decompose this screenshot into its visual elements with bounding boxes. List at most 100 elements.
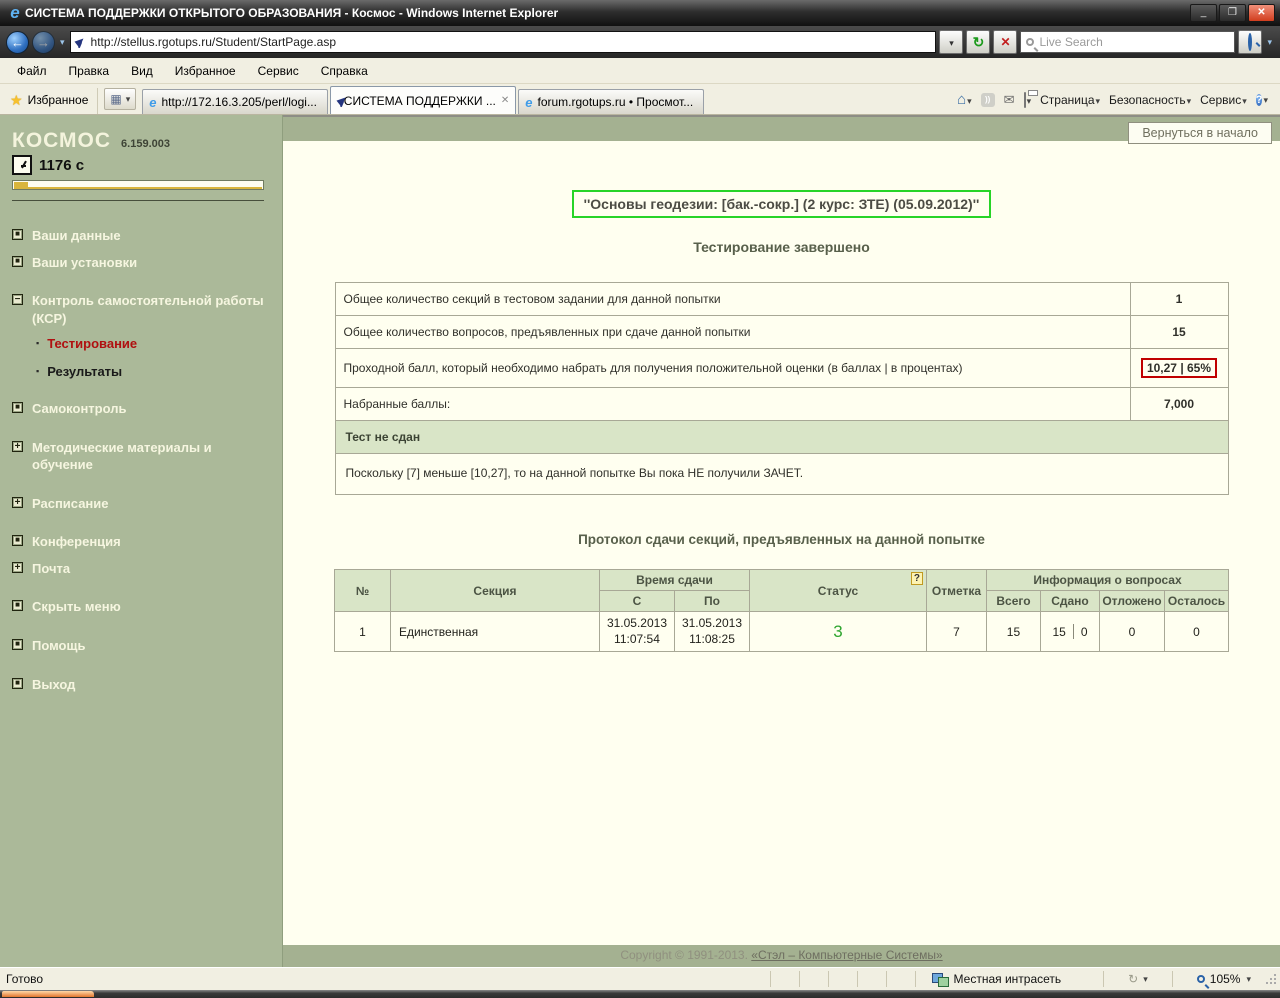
tools-menu-button[interactable]: Сервис▾: [1200, 93, 1247, 107]
expand-plus-icon[interactable]: +: [12, 497, 23, 508]
quick-tabs-button[interactable]: ▦ ▾: [104, 88, 136, 110]
favorites-star-icon: ★: [10, 94, 23, 106]
refresh-button[interactable]: ↻: [966, 30, 990, 54]
search-provider-dropdown-icon[interactable]: ▾: [1265, 37, 1274, 48]
summary-label: Общее количество секций в тестовом задан…: [335, 283, 1130, 316]
mail-icon[interactable]: ✉: [1004, 92, 1015, 108]
sidebar-item-mail[interactable]: + Почта: [12, 560, 270, 578]
back-button[interactable]: ←: [6, 31, 29, 54]
menu-bar: Файл Правка Вид Избранное Сервис Справка: [0, 58, 1280, 84]
stop-button[interactable]: ✕: [993, 30, 1017, 54]
sidebar-item-your-data[interactable]: ■ Ваши данные: [12, 227, 270, 245]
search-go-icon: [1248, 33, 1252, 51]
table-row: Проходной балл, который необходимо набра…: [335, 349, 1228, 388]
expand-plus-icon[interactable]: +: [12, 441, 23, 452]
sidebar-item-conference[interactable]: ■ Конференция: [12, 533, 270, 551]
print-button[interactable]: ▾: [1024, 93, 1032, 107]
expand-plus-icon[interactable]: +: [12, 562, 23, 573]
collapse-minus-icon[interactable]: −: [12, 294, 23, 305]
menu-view[interactable]: Вид: [120, 60, 164, 82]
tab-close-icon[interactable]: ✕: [501, 95, 509, 106]
home-button[interactable]: ⌂▾: [957, 91, 972, 108]
sidebar-item-exit[interactable]: ■ Выход: [12, 676, 270, 694]
col-total: Всего: [986, 591, 1040, 612]
col-status: Статус ?: [749, 570, 926, 612]
back-to-start-button[interactable]: Вернуться в начало: [1128, 122, 1272, 144]
summary-label: Проходной балл, который необходимо набра…: [335, 349, 1130, 388]
zoom-control[interactable]: 105% ▾: [1187, 972, 1261, 986]
quick-tabs-dropdown-icon: ▾: [126, 94, 131, 105]
forward-button[interactable]: →: [32, 31, 55, 54]
menu-favorites[interactable]: Избранное: [164, 60, 247, 82]
sidebar-item-help[interactable]: ■ Помощь: [12, 637, 270, 655]
content: ''Основы геодезии: [бак.-сокр.] (2 курс:…: [283, 141, 1280, 945]
security-zone[interactable]: Местная интрасеть: [930, 972, 1090, 986]
tab-ie-icon: e: [149, 95, 156, 110]
timer-progressbar: [12, 180, 264, 190]
cell-time-to: 31.05.201311:08:25: [674, 612, 749, 652]
zoom-level: 105%: [1210, 972, 1241, 986]
restore-button[interactable]: ❐: [1219, 4, 1246, 22]
sidebar-item-hide-menu[interactable]: ■ Скрыть меню: [12, 598, 270, 616]
search-input[interactable]: Live Search: [1020, 31, 1235, 53]
taskbar-active-button[interactable]: [2, 991, 94, 997]
cell-mark: 7: [926, 612, 986, 652]
tab-login[interactable]: e http://172.16.3.205/perl/logi...: [142, 89, 328, 114]
address-dropdown-button[interactable]: ▾: [939, 30, 963, 54]
summary-label: Набранные баллы:: [335, 388, 1130, 421]
col-left: Осталось: [1164, 591, 1228, 612]
menu-help[interactable]: Справка: [310, 60, 379, 82]
col-done: Сдано: [1040, 591, 1099, 612]
sidebar-item-materials[interactable]: + Методические материалы и обучение: [12, 439, 270, 474]
address-url[interactable]: http://stellus.rgotups.ru/Student/StartP…: [91, 35, 932, 49]
minimize-button[interactable]: _: [1190, 4, 1217, 22]
cell-deferred: 0: [1099, 612, 1164, 652]
help-icon: ?: [1256, 94, 1263, 106]
safety-menu-button[interactable]: Безопасность▾: [1109, 93, 1191, 107]
menu-edit[interactable]: Правка: [58, 60, 121, 82]
history-dropdown-icon[interactable]: ▾: [58, 37, 67, 48]
app-version: 6.159.003: [121, 138, 170, 150]
page-menu-button[interactable]: Страница▾: [1040, 93, 1100, 107]
status-help-icon[interactable]: ?: [911, 572, 923, 585]
sidebar-item-results[interactable]: ▪ Результаты: [36, 364, 270, 379]
sidebar-item-ksr[interactable]: − Контроль самостоятельной работы (КСР): [12, 292, 270, 327]
protected-mode-button[interactable]: ↻ ▾: [1118, 972, 1158, 986]
page-footer: Copyright © 1991-2013. «Стэл – Компьютер…: [283, 945, 1280, 967]
menu-file[interactable]: Файл: [6, 60, 58, 82]
site-favicon-icon: [75, 36, 87, 48]
copyright-text: Copyright © 1991-2013.: [620, 948, 748, 962]
status-ready-text: Готово: [3, 972, 43, 986]
close-button[interactable]: ✕: [1248, 4, 1275, 22]
table-row: Поскольку [7] меньше [10,27], то на данн…: [335, 454, 1228, 495]
session-timer: 1176 с: [39, 157, 84, 174]
col-deferred: Отложено: [1099, 591, 1164, 612]
bullet-square-icon: ■: [12, 256, 23, 267]
tab-system-active[interactable]: СИСТЕМА ПОДДЕРЖКИ ... ✕: [330, 86, 516, 114]
main-header-strip: Вернуться в начало: [283, 115, 1280, 141]
favorites-button[interactable]: ★ Избранное: [4, 88, 98, 114]
intranet-icon: [932, 973, 948, 986]
address-input[interactable]: http://stellus.rgotups.ru/Student/StartP…: [70, 31, 937, 53]
tab-forum[interactable]: e forum.rgotups.ru • Просмот...: [518, 89, 704, 114]
company-link[interactable]: «Стэл – Компьютерные Системы»: [751, 948, 942, 962]
bullet-square-icon: ■: [12, 535, 23, 546]
search-go-button[interactable]: [1238, 30, 1262, 54]
protocol-title: Протокол сдачи секций, предъявленных на …: [283, 532, 1280, 547]
resize-grip[interactable]: [1265, 973, 1277, 985]
menu-tools[interactable]: Сервис: [247, 60, 310, 82]
sidebar-item-your-settings[interactable]: ■ Ваши установки: [12, 254, 270, 272]
sidebar-item-selfcontrol[interactable]: ■ Самоконтроль: [12, 400, 270, 418]
sidebar-item-schedule[interactable]: + Расписание: [12, 495, 270, 513]
summary-value: 15: [1130, 316, 1228, 349]
sidebar-item-testing[interactable]: ▪ Тестирование: [36, 336, 270, 351]
help-button[interactable]: ?▾: [1256, 92, 1268, 108]
table-row: Общее количество секций в тестовом задан…: [335, 283, 1228, 316]
col-info-group: Информация о вопросах: [986, 570, 1228, 591]
rss-icon[interactable]: )): [981, 93, 995, 107]
status-bar: Готово Местная интрасеть ↻ ▾ 105% ▾: [0, 967, 1280, 990]
app-name: КОСМОС: [12, 129, 111, 153]
window-title: СИСТЕМА ПОДДЕРЖКИ ОТКРЫТОГО ОБРАЗОВАНИЯ …: [25, 6, 1190, 20]
favorites-label: Избранное: [28, 93, 89, 107]
ie-logo-icon: e: [5, 3, 25, 23]
